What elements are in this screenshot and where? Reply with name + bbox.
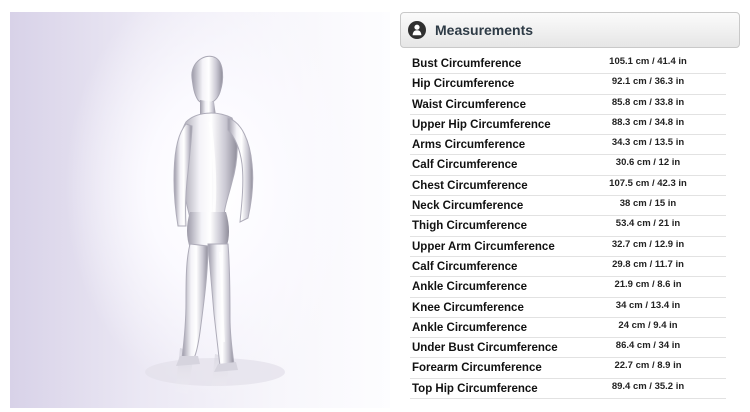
list-item: Thigh Circumference 53.4 cm / 21 in: [410, 216, 726, 237]
measurement-label: Upper Hip Circumference: [412, 118, 551, 131]
measurement-label: Upper Arm Circumference: [412, 240, 555, 253]
measurement-label: Calf Circumference: [412, 159, 518, 172]
measurement-value: 29.8 cm / 11.7 in: [612, 258, 684, 270]
measurement-label: Hip Circumference: [412, 78, 515, 91]
measurement-value: 53.4 cm / 21 in: [615, 218, 681, 230]
measurement-value: 24 cm / 9.4 in: [618, 319, 678, 331]
measurement-value: 32.7 cm / 12.9 in: [611, 238, 685, 250]
measurement-label: Arms Circumference: [412, 139, 526, 152]
measurement-value: 88.3 cm / 34.8 in: [611, 116, 685, 128]
measurement-label: Bust Circumference: [412, 58, 522, 70]
list-item: Waist Circumference 85.8 cm / 33.8 in: [410, 95, 726, 115]
list-item: Knee Circumference 34 cm / 13.4 in: [410, 298, 726, 318]
measurement-label: Chest Circumference: [412, 179, 528, 192]
panel-header: Measurements: [400, 12, 740, 48]
list-item: Calf Circumference 30.6 cm / 12 in: [410, 155, 726, 176]
list-item: Upper Hip Circumference 88.3 cm / 34.8 in: [410, 115, 726, 136]
list-item: Forearm Circumference 22.7 cm / 8.9 in: [410, 358, 726, 379]
list-item: Neck Circumference 38 cm / 15 in: [410, 196, 726, 217]
measurement-value: 107.5 cm / 42.3 in: [609, 177, 687, 189]
measurements-panel: Measurements Bust Circumference 105.1 cm …: [400, 12, 742, 410]
list-item: Ankle Circumference 24 cm / 9.4 in: [410, 318, 726, 339]
list-item: Chest Circumference 107.5 cm / 42.3 in: [410, 176, 726, 197]
measurement-label: Forearm Circumference: [412, 362, 542, 375]
panel-title: Measurements: [435, 22, 534, 38]
measurement-value: 34.3 cm / 13.5 in: [611, 137, 685, 149]
measurement-value: 22.7 cm / 8.9 in: [614, 360, 682, 372]
measurement-label: Top Hip Circumference: [412, 382, 538, 395]
list-item: Ankle Circumference 21.9 cm / 8.6 in: [410, 277, 726, 298]
list-item: Arms Circumference 34.3 cm / 13.5 in: [410, 135, 726, 156]
measurement-value: 30.6 cm / 12 in: [615, 157, 681, 169]
measurement-label: Waist Circumference: [412, 98, 526, 111]
list-item: Calf Circumference 29.8 cm / 11.7 in: [410, 257, 726, 278]
measurement-value: 21.9 cm / 8.6 in: [614, 279, 682, 291]
body-model-viewer[interactable]: [10, 12, 390, 408]
body-model-figure: [145, 55, 285, 402]
list-item: Bust Circumference 105.1 cm / 41.4 in: [410, 54, 726, 75]
list-item: Upper Arm Circumference 32.7 cm / 12.9 in: [410, 237, 726, 257]
measurement-value: 38 cm / 15 in: [619, 198, 677, 210]
list-item: Hip Circumference 92.1 cm / 36.3 in: [410, 74, 726, 95]
measurements-list: Bust Circumference 105.1 cm / 41.4 in Hip…: [410, 54, 726, 400]
measurement-value: 105.1 cm / 41.4 in: [609, 56, 687, 67]
measurement-value: 86.4 cm / 34 in: [615, 340, 681, 352]
measurement-label: Knee Circumference: [412, 301, 524, 314]
measurement-label: Under Bust Circumference: [412, 342, 558, 355]
measurement-label: Ankle Circumference: [412, 321, 528, 334]
measurement-label: Thigh Circumference: [412, 220, 528, 233]
measurement-value: 89.4 cm / 35.2 in: [611, 380, 685, 392]
measurement-value: 34 cm / 13.4 in: [615, 299, 681, 311]
list-item: Under Bust Circumference 86.4 cm / 34 in: [410, 338, 726, 359]
measurement-label: Ankle Circumference: [412, 281, 528, 294]
measurement-value: 85.8 cm / 33.8 in: [611, 96, 685, 108]
list-item: Top Hip Circumference 89.4 cm / 35.2 in: [410, 379, 726, 400]
measurement-label: Calf Circumference: [412, 260, 518, 273]
person-silhouette-icon: [408, 21, 426, 39]
measurement-label: Neck Circumference: [412, 200, 524, 213]
measurement-value: 92.1 cm / 36.3 in: [611, 76, 685, 88]
